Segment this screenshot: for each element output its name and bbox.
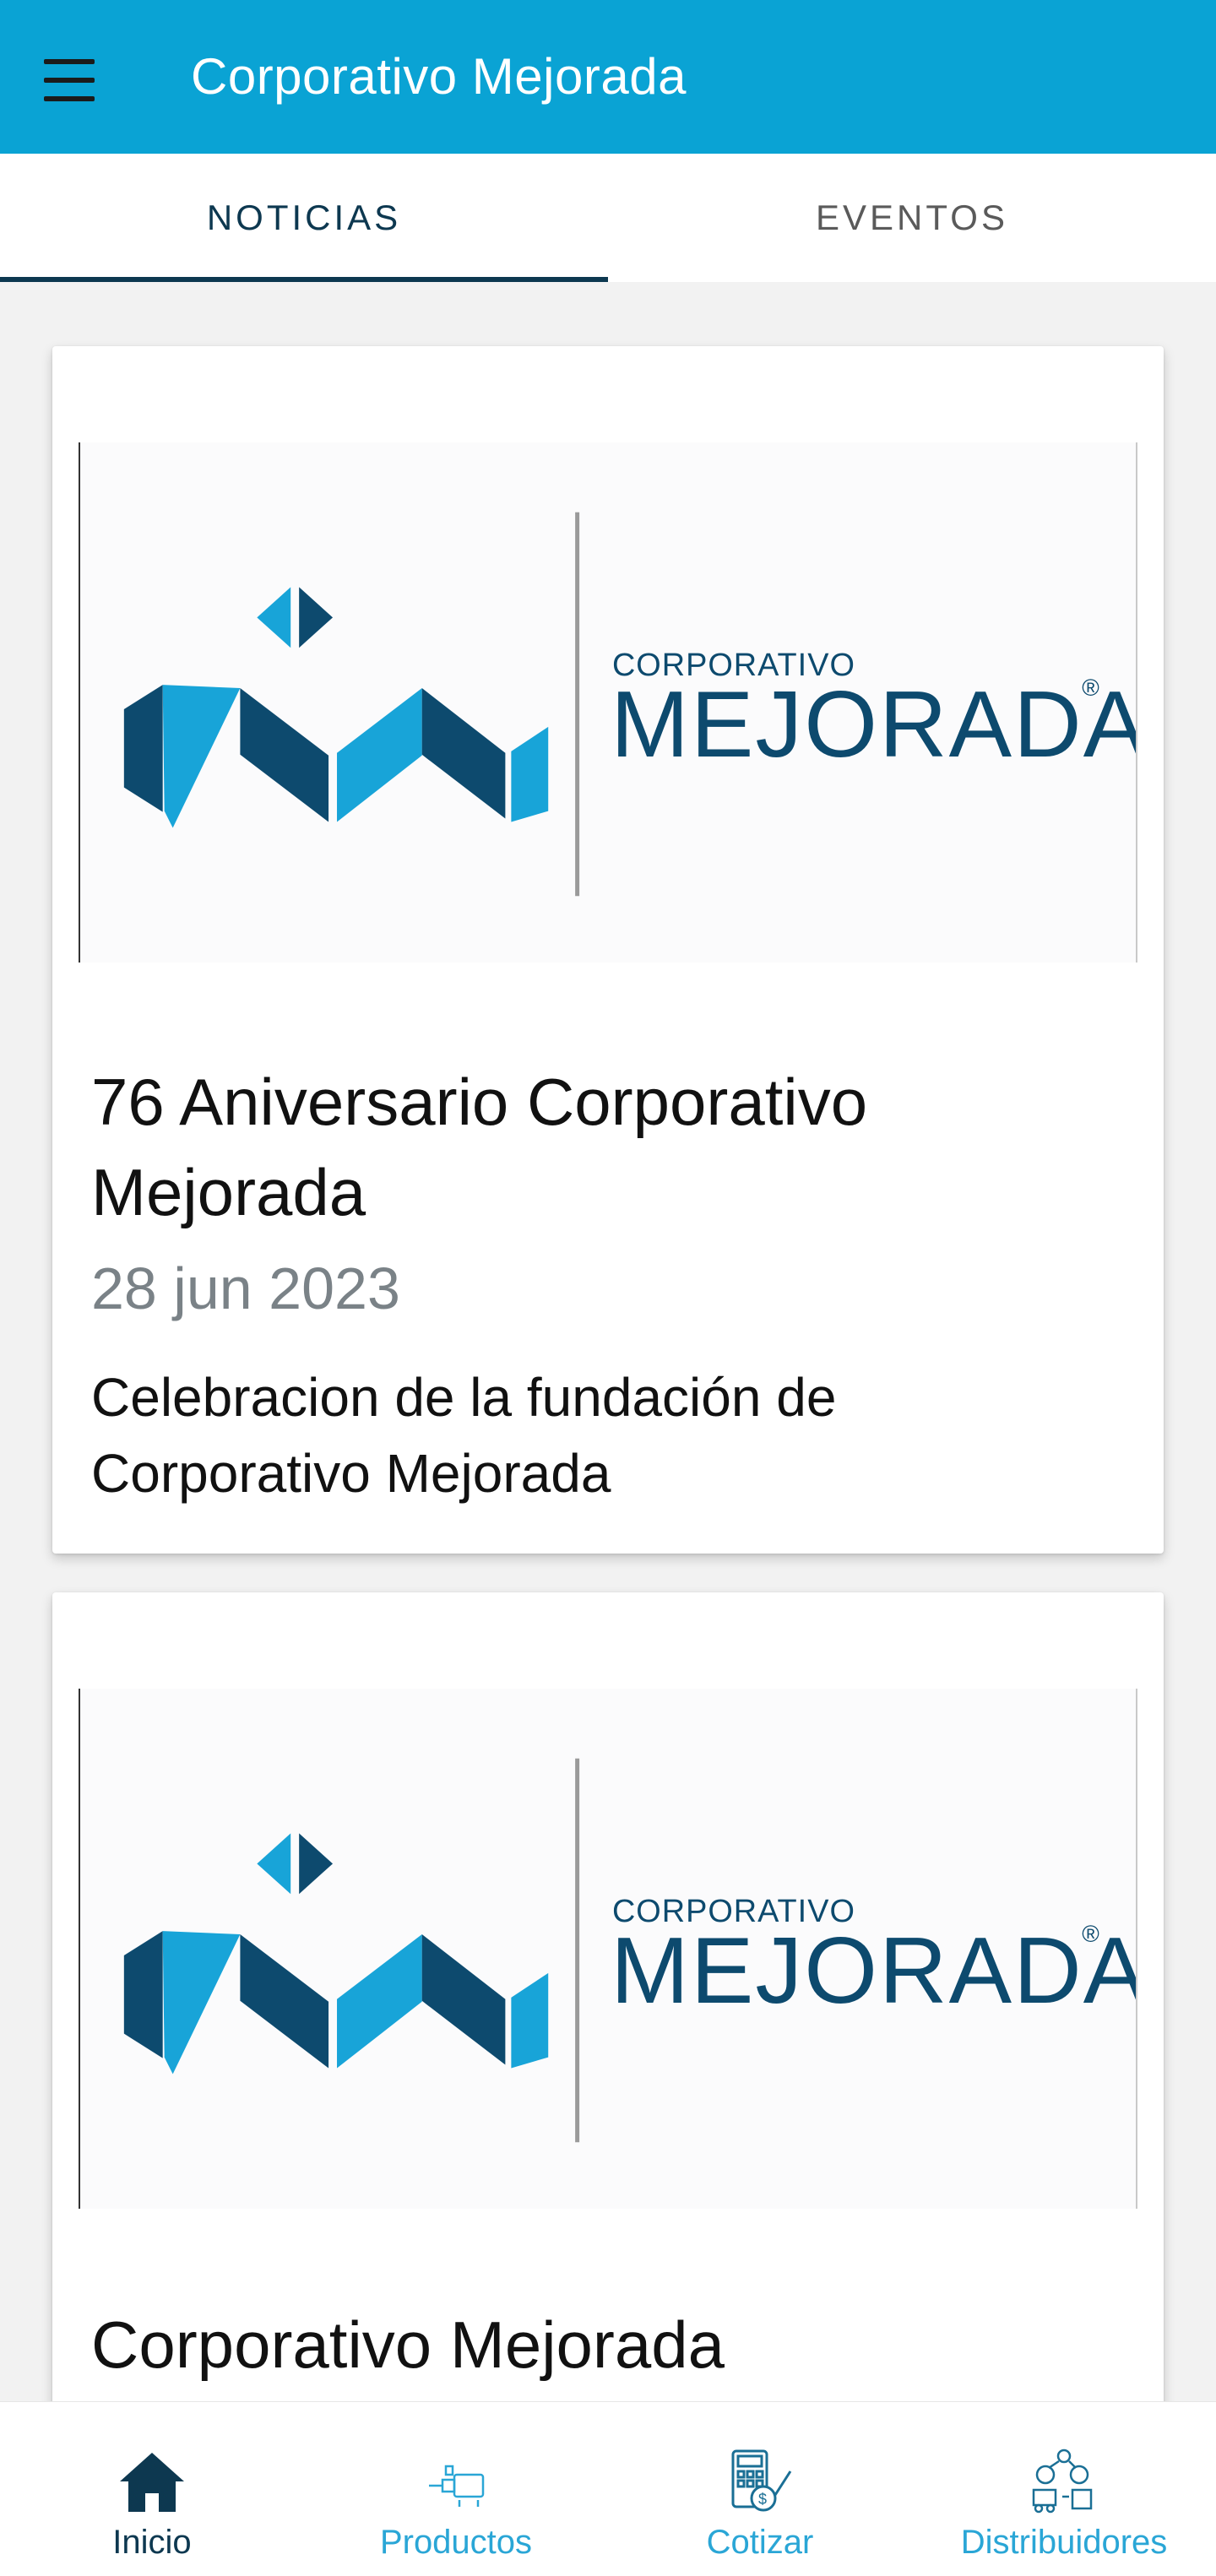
news-card[interactable]: CORPORATIVO MEJORADA ® 76 Aniversario Co… <box>52 346 1164 1554</box>
nav-label: Productos <box>379 2524 533 2561</box>
nav-label: Inicio <box>112 2524 192 2561</box>
tab-label: NOTICIAS <box>206 198 402 237</box>
menu-line <box>44 59 95 64</box>
tab-noticias[interactable]: NOTICIAS <box>0 154 608 282</box>
hamburger-menu-icon[interactable] <box>44 59 100 101</box>
logo-big-text: MEJORADA <box>611 671 1136 777</box>
news-list[interactable]: CORPORATIVO MEJORADA ® 76 Aniversario Co… <box>0 282 1216 2401</box>
nav-item-distribuidores[interactable]: Distribuidores <box>912 2402 1216 2576</box>
quote-calculator-icon: $ <box>731 2449 792 2512</box>
news-image: CORPORATIVO MEJORADA ® <box>79 442 1137 963</box>
logo-registered: ® <box>1082 675 1099 701</box>
news-title: 76 Aniversario Corporativo Mejorada <box>91 1065 868 1229</box>
nav-label: Distribuidores <box>960 2524 1168 2561</box>
distributors-icon <box>1032 2449 1093 2514</box>
app-root: Corporativo Mejorada NOTICIAS EVENTOS CO… <box>0 0 1216 2576</box>
home-icon <box>120 2453 184 2512</box>
nav-label: Cotizar <box>706 2524 814 2561</box>
logo-registered: ® <box>1082 1921 1099 1947</box>
nav-item-cotizar[interactable]: $ Cotizar <box>608 2402 912 2576</box>
nav-item-productos[interactable]: Productos <box>304 2402 608 2576</box>
nav-item-inicio[interactable]: Inicio <box>0 2402 304 2576</box>
news-description: Celebracion de la fundación de Corporati… <box>91 1367 837 1504</box>
logo-big-text: MEJORADA <box>611 1917 1136 2023</box>
tab-label: EVENTOS <box>816 198 1008 237</box>
app-bar: Corporativo Mejorada <box>0 0 1216 154</box>
company-logo: CORPORATIVO MEJORADA ® <box>123 512 1136 897</box>
app-title: Corporativo Mejorada <box>191 48 687 105</box>
menu-line <box>44 96 95 101</box>
logo-mark <box>123 587 549 828</box>
svg-text:$: $ <box>758 2491 767 2508</box>
tab-bar: NOTICIAS EVENTOS <box>0 154 1216 282</box>
news-image: CORPORATIVO MEJORADA ® <box>79 1689 1137 2209</box>
menu-line <box>44 78 95 83</box>
company-logo: CORPORATIVO MEJORADA ® <box>123 1758 1136 2143</box>
news-title: Corporativo Mejorada <box>91 2308 725 2382</box>
news-date: 28 jun 2023 <box>91 1255 400 1321</box>
logo-divider <box>575 1758 580 2143</box>
tab-eventos[interactable]: EVENTOS <box>608 154 1216 282</box>
news-card[interactable]: CORPORATIVO MEJORADA ® Corporativo Mejor… <box>52 1592 1164 2401</box>
logo-divider <box>575 512 580 897</box>
bottom-navigation: Inicio Productos $ Cotizar Distribuidore… <box>0 2401 1216 2576</box>
products-icon <box>429 2465 485 2507</box>
logo-mark <box>123 1833 549 2074</box>
